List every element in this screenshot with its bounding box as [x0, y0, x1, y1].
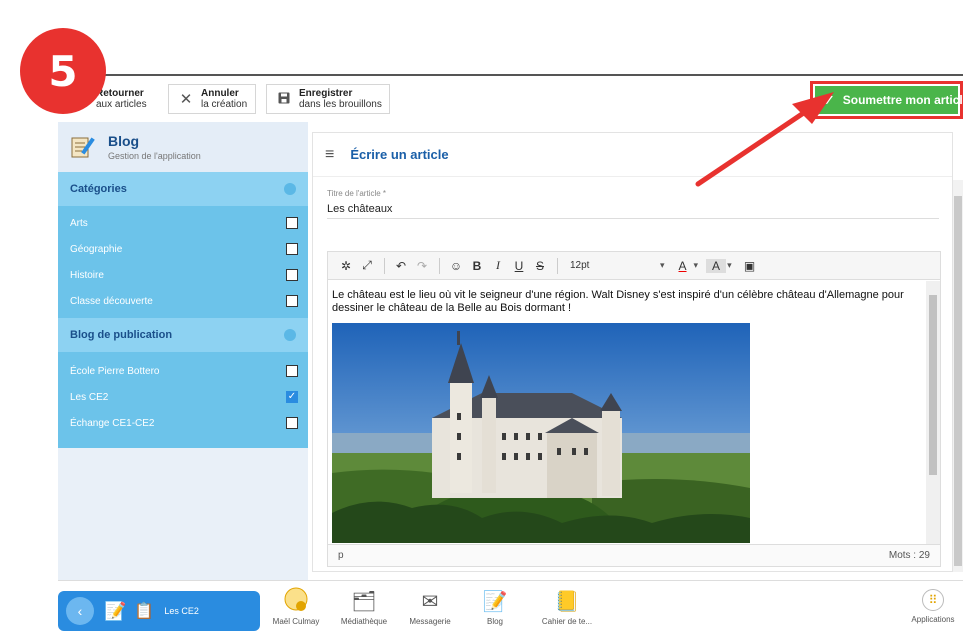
collapse-icon[interactable] [284, 329, 296, 341]
submit-article-label: Soumettre mon article [842, 93, 963, 107]
chevron-down-icon[interactable]: ▾ [694, 260, 699, 271]
cancel-creation-button[interactable]: ✕ Annuler la création [168, 84, 256, 114]
publication-checkbox-checked[interactable]: ✓ [286, 391, 298, 403]
fullscreen-icon[interactable]: ⤢ [357, 258, 377, 273]
current-context-pill[interactable]: ‹ 📝 📋 Les CE2 [58, 591, 260, 631]
blog-app-icon: 📝 [104, 600, 127, 621]
taskbar-app-cahier[interactable]: 📒 Cahier de te... [532, 587, 602, 626]
notebook-icon: 📒 [554, 591, 580, 613]
taskbar-app-blog[interactable]: 📝 Blog [470, 587, 520, 626]
rich-text-editor: ✲ ⤢ ↶ ↷ ☺ B I U S 12pt ▾ A ▾ A ▾ ▣ Le ch… [327, 251, 941, 567]
hamburger-menu-icon[interactable]: ≡ [325, 146, 334, 164]
app-subtitle: Gestion de l'application [108, 151, 201, 161]
rte-toolbar: ✲ ⤢ ↶ ↷ ☺ B I U S 12pt ▾ A ▾ A ▾ ▣ [328, 252, 940, 280]
bottom-taskbar: ‹ 📝 📋 Les CE2 Maël Culmay 🗂 Médiathèque … [58, 580, 963, 637]
category-item[interactable]: Histoire [70, 262, 308, 288]
article-title-input[interactable] [327, 199, 939, 219]
word-count: Mots : 29 [888, 550, 930, 561]
user-avatar-icon [266, 587, 326, 617]
rte-content[interactable]: Le château est le lieu où vit le seigneu… [328, 281, 926, 545]
taskbar-app-messagerie[interactable]: ✉ Messagerie [400, 587, 460, 626]
top-toolbar: ← Retourneraux articles ✕ Annulerla créa… [58, 74, 963, 122]
redo-icon[interactable]: ↷ [412, 259, 432, 273]
publication-item[interactable]: École Pierre Bottero [70, 358, 308, 384]
castle-image [332, 323, 750, 543]
text-color-icon[interactable]: A [673, 259, 693, 273]
sidebar: Blog Gestion de l'application Catégories… [58, 122, 308, 580]
current-context-label: Les CE2 [164, 606, 199, 616]
class-board-icon: 📋 [134, 603, 155, 620]
app-title: Blog [108, 133, 140, 149]
save-draft-button[interactable]: Enregistrer dans les brouillons [266, 84, 390, 114]
underline-icon[interactable]: U [509, 259, 529, 273]
save-button-line2: dans les brouillons [299, 99, 382, 110]
category-item[interactable]: Classe découverte [70, 288, 308, 314]
rte-statusbar: p Mots : 29 [328, 544, 940, 566]
categories-title: Catégories [70, 183, 127, 195]
publication-checkbox[interactable] [286, 365, 298, 377]
font-size-select[interactable]: 12pt [570, 260, 660, 271]
chevron-left-icon[interactable]: ‹ [66, 597, 94, 625]
floppy-disk-icon [273, 91, 295, 108]
media-library-icon: 🗂 [351, 591, 377, 613]
cancel-button-line2: la création [201, 99, 248, 110]
category-checkbox[interactable] [286, 269, 298, 281]
emoji-icon[interactable]: ☺ [446, 259, 466, 273]
taskbar-app-profile[interactable]: Maël Culmay [266, 587, 326, 626]
blog-icon: 📝 [482, 591, 508, 613]
save-button-line1: Enregistrer [299, 88, 353, 99]
category-checkbox[interactable] [286, 295, 298, 307]
category-item[interactable]: Arts [70, 210, 308, 236]
step-badge: 5 [20, 28, 106, 114]
chevron-down-icon[interactable]: ▾ [727, 260, 732, 271]
collapse-icon[interactable] [284, 183, 296, 195]
category-checkbox[interactable] [286, 217, 298, 229]
publication-item[interactable]: Échange CE1-CE2 [70, 410, 308, 436]
back-button-line1: Retourner [96, 88, 144, 99]
element-path: p [338, 550, 344, 561]
editor-header: ≡ Écrire un article [313, 133, 952, 177]
grid-icon: ⠿ [922, 589, 944, 611]
publication-list: École Pierre Bottero Les CE2 ✓ Échange CE… [58, 352, 308, 448]
strikethrough-icon[interactable]: S [530, 259, 550, 273]
publication-item[interactable]: Les CE2 ✓ [70, 384, 308, 410]
applications-button[interactable]: ⠿ Applications [908, 587, 958, 624]
chevron-down-icon[interactable]: ▾ [660, 260, 665, 271]
editor-title: Écrire un article [350, 147, 449, 162]
submit-article-button-highlight: ✓ Soumettre mon article [810, 81, 963, 119]
close-icon: ✕ [179, 91, 193, 108]
taskbar-app-mediatheque[interactable]: 🗂 Médiathèque [334, 587, 394, 626]
categories-list: Arts Géographie Histoire Classe découver… [58, 206, 308, 318]
highlight-color-icon[interactable]: A [706, 258, 727, 273]
cancel-button-line1: Annuler [201, 88, 239, 99]
category-checkbox[interactable] [286, 243, 298, 255]
blog-app-icon [68, 132, 98, 162]
title-field-label: Titre de l'article * [327, 189, 387, 198]
filter-panel: Catégories Arts Géographie Histoire Clas… [58, 172, 308, 448]
bold-icon[interactable]: B [467, 259, 487, 273]
submit-article-button[interactable]: ✓ Soumettre mon article [815, 86, 963, 114]
envelope-icon: ✉ [421, 591, 439, 613]
publication-title: Blog de publication [70, 329, 173, 341]
settings-gear-icon[interactable]: ✲ [336, 259, 356, 273]
article-editor: ≡ Écrire un article Titre de l'article *… [312, 132, 953, 572]
check-icon: ✓ [823, 91, 835, 108]
rte-scrollbar[interactable] [926, 281, 940, 545]
app-header: Blog Gestion de l'application [58, 122, 308, 172]
image-insert-icon[interactable]: ▣ [740, 259, 760, 273]
screen: 5 ← Retourneraux articles ✕ Annulerla cr… [0, 0, 963, 637]
italic-icon[interactable]: I [488, 258, 508, 273]
back-button-line2: aux articles [96, 99, 147, 110]
publication-header[interactable]: Blog de publication [58, 318, 308, 352]
publication-checkbox[interactable] [286, 417, 298, 429]
article-body-text: Le château est le lieu où vit le seigneu… [332, 289, 904, 314]
undo-icon[interactable]: ↶ [391, 259, 411, 273]
category-item[interactable]: Géographie [70, 236, 308, 262]
page-scrollbar[interactable] [953, 180, 963, 572]
categories-header[interactable]: Catégories [58, 172, 308, 206]
